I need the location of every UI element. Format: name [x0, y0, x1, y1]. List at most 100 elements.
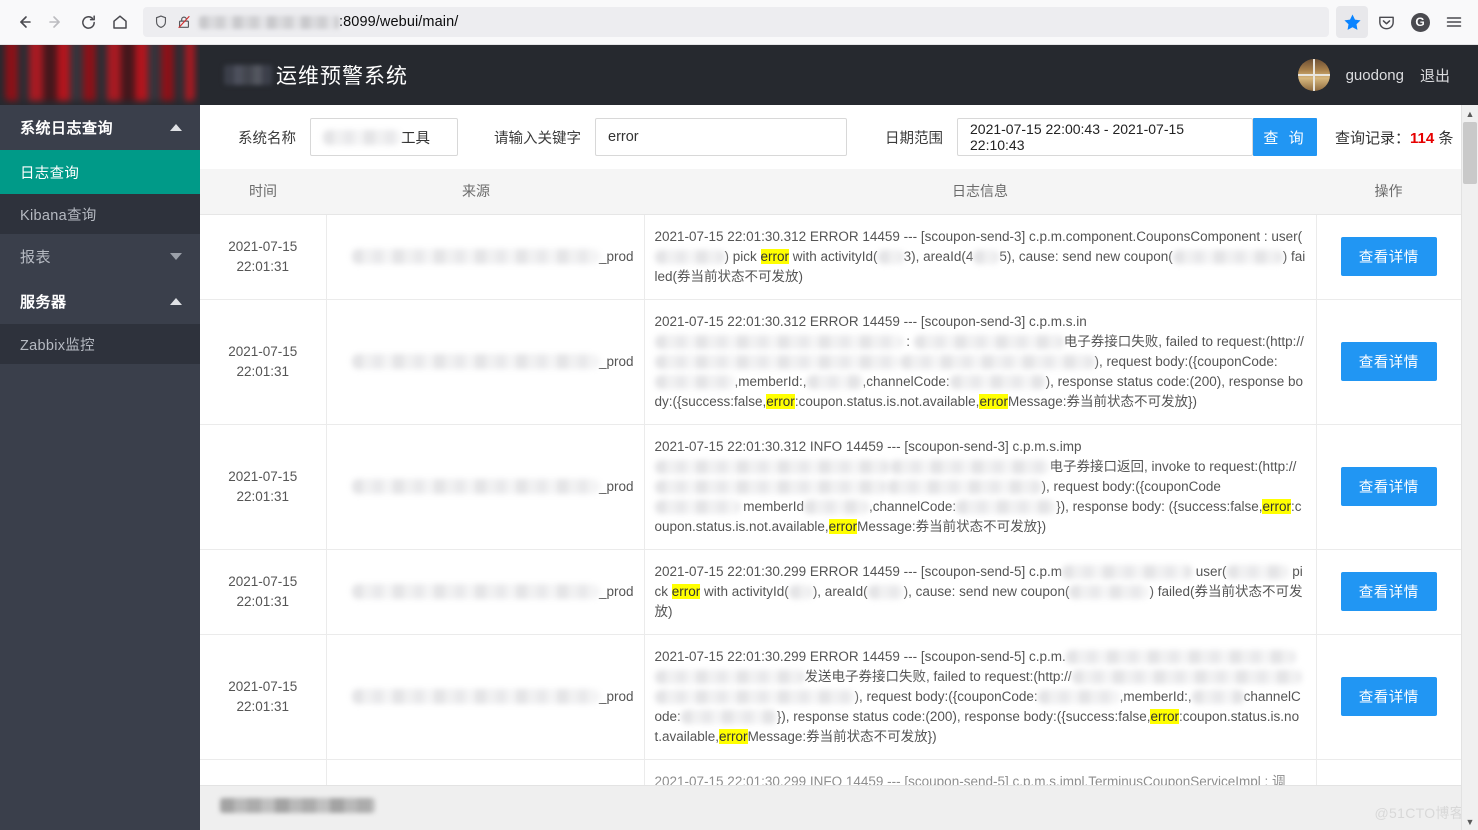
log-text: 2021-07-15 22:01:30.299 INFO 14459 --- [… — [654, 773, 1286, 786]
log-redacted — [1191, 689, 1244, 704]
cell-action — [1316, 759, 1461, 785]
scrollbar-thumb[interactable] — [1462, 122, 1477, 184]
sidebar-item-zabbix-monitor[interactable]: Zabbix监控 — [0, 324, 200, 364]
cell-action: 查看详情 — [1316, 549, 1461, 635]
source-suffix: _prod — [598, 688, 634, 704]
lock-broken-icon[interactable] — [176, 14, 192, 30]
column-header-action: 操作 — [1316, 169, 1461, 215]
scroll-down-arrow-icon[interactable]: ▼ — [1462, 813, 1478, 830]
system-name-select[interactable]: 工具 — [310, 118, 458, 156]
record-count: 查询记录：114 条 — [1335, 127, 1453, 148]
keyword-value: error — [608, 129, 639, 145]
star-icon[interactable] — [1336, 6, 1368, 38]
log-redacted — [889, 459, 1050, 474]
logo-image-redacted — [5, 45, 195, 101]
sidebar-item-label: 日志查询 — [20, 165, 80, 182]
log-redacted — [877, 249, 904, 264]
sidebar-item-kibana-query[interactable]: Kibana查询 — [0, 194, 200, 234]
log-table-body: 2021-07-15 22:01:31 _prod 2021-07-15 22:01:… — [200, 214, 1461, 785]
log-table-scroll[interactable]: 时间 来源 日志信息 操作 2021-07-15 22:01:31 _prod 202… — [200, 169, 1478, 785]
vertical-scrollbar[interactable]: ▲ ▼ — [1461, 105, 1478, 830]
url-text: :8099/webui/main/ — [199, 14, 458, 30]
sidebar-group-label: 系统日志查询 — [20, 120, 114, 137]
reload-icon[interactable] — [72, 6, 104, 38]
source-value-redacted — [351, 689, 599, 705]
back-arrow-icon[interactable] — [8, 6, 40, 38]
log-redacted — [654, 479, 887, 494]
log-redacted — [654, 354, 900, 369]
scroll-up-arrow-icon[interactable]: ▲ — [1462, 105, 1478, 122]
sidebar-group-server[interactable]: 服务器 — [0, 279, 200, 324]
cell-source: _prod — [326, 634, 645, 760]
highlight-keyword: error — [1262, 498, 1291, 514]
log-redacted — [1062, 564, 1192, 579]
forward-arrow-icon[interactable] — [40, 6, 72, 38]
log-table-head: 时间 来源 日志信息 操作 — [200, 169, 1461, 215]
home-icon[interactable] — [104, 6, 136, 38]
sidebar-group-report[interactable]: 报表 — [0, 234, 200, 279]
log-redacted — [804, 499, 870, 514]
log-redacted — [654, 499, 740, 514]
view-detail-button[interactable]: 查看详情 — [1340, 342, 1437, 381]
log-redacted — [1071, 669, 1302, 684]
table-row: 2021-07-15 22:01:31 _prod 2021-07-15 22:01:… — [200, 299, 1461, 425]
address-bar[interactable]: :8099/webui/main/ — [143, 7, 1329, 37]
cell-source: _prod — [326, 299, 645, 425]
horizontal-scrollbar[interactable] — [220, 798, 375, 813]
app-logo[interactable] — [0, 45, 200, 105]
view-detail-button[interactable]: 查看详情 — [1340, 572, 1437, 611]
avatar[interactable] — [1297, 59, 1330, 91]
keyword-input[interactable]: error — [595, 118, 847, 156]
log-redacted — [788, 584, 813, 599]
table-header-row: 时间 来源 日志信息 操作 — [200, 169, 1461, 215]
browser-toolbar-actions: G — [1336, 6, 1470, 38]
source-suffix: _prod — [598, 248, 634, 264]
cell-action: 查看详情 — [1316, 424, 1461, 550]
table-row: 2021-07-15 22:01:31 _prod 2021-07-15 22:01:… — [200, 424, 1461, 550]
log-text: ), areaId( — [812, 583, 868, 599]
chevron-up-icon — [170, 298, 182, 305]
cell-message: 2021-07-15 22:01:30.312 ERROR 14459 --- … — [644, 214, 1317, 300]
highlight-keyword: error — [828, 518, 858, 534]
shield-icon[interactable] — [153, 14, 169, 30]
date-range-input[interactable]: 2021-07-15 22:00:43 - 2021-07-15 22:10:4… — [957, 118, 1253, 156]
log-text: 发送电子券接口失败, failed to request:(http:// — [804, 668, 1072, 684]
account-avatar-icon[interactable]: G — [1404, 6, 1436, 38]
log-redacted — [973, 249, 1000, 264]
sidebar-item-label: Kibana查询 — [20, 207, 97, 224]
cell-time: 2021-07-15 22:01:31 — [200, 634, 327, 760]
query-button[interactable]: 查 询 — [1253, 118, 1317, 156]
log-text: 电子券接口失败, failed to request:(http:// — [1063, 333, 1304, 349]
date-range-label: 日期范围 — [885, 130, 943, 147]
source-suffix: _prod — [598, 583, 634, 599]
view-detail-button[interactable]: 查看详情 — [1340, 677, 1437, 716]
log-redacted — [1065, 649, 1296, 664]
app-body: 系统日志查询 日志查询 Kibana查询 报表 服务器 Zabbix监控 系统名… — [0, 105, 1478, 830]
log-text: 电子券接口返回, invoke to request:(http:// — [1049, 458, 1297, 474]
log-redacted — [654, 459, 890, 474]
cell-action: 查看详情 — [1316, 214, 1461, 300]
cell-source — [326, 759, 645, 785]
log-redacted — [1226, 564, 1289, 579]
cell-message: 2021-07-15 22:01:30.312 ERROR 14459 --- … — [644, 299, 1317, 425]
view-detail-button[interactable]: 查看详情 — [1340, 237, 1437, 276]
scrollbar-track[interactable] — [1462, 122, 1478, 813]
log-text: with activityId( — [700, 583, 789, 599]
log-text: user( — [1192, 563, 1227, 579]
sidebar-group-system-log[interactable]: 系统日志查询 — [0, 105, 200, 150]
row-date: 2021-07-15 — [228, 468, 298, 484]
browser-toolbar: :8099/webui/main/ G — [0, 0, 1478, 45]
logout-button[interactable]: 退出 — [1420, 65, 1450, 86]
log-redacted — [886, 479, 1042, 494]
log-redacted — [1172, 249, 1283, 264]
pocket-icon[interactable] — [1370, 6, 1402, 38]
log-redacted — [956, 499, 1057, 514]
hamburger-menu-icon[interactable] — [1438, 6, 1470, 38]
row-time: 22:01:31 — [236, 698, 290, 714]
view-detail-button[interactable]: 查看详情 — [1340, 467, 1437, 506]
column-header-source: 来源 — [326, 169, 644, 215]
log-redacted — [806, 374, 863, 389]
row-time: 22:01:31 — [236, 363, 290, 379]
sidebar-item-log-query[interactable]: 日志查询 — [0, 150, 200, 194]
date-range-value: 2021-07-15 22:00:43 - 2021-07-15 22:10:4… — [970, 121, 1185, 153]
